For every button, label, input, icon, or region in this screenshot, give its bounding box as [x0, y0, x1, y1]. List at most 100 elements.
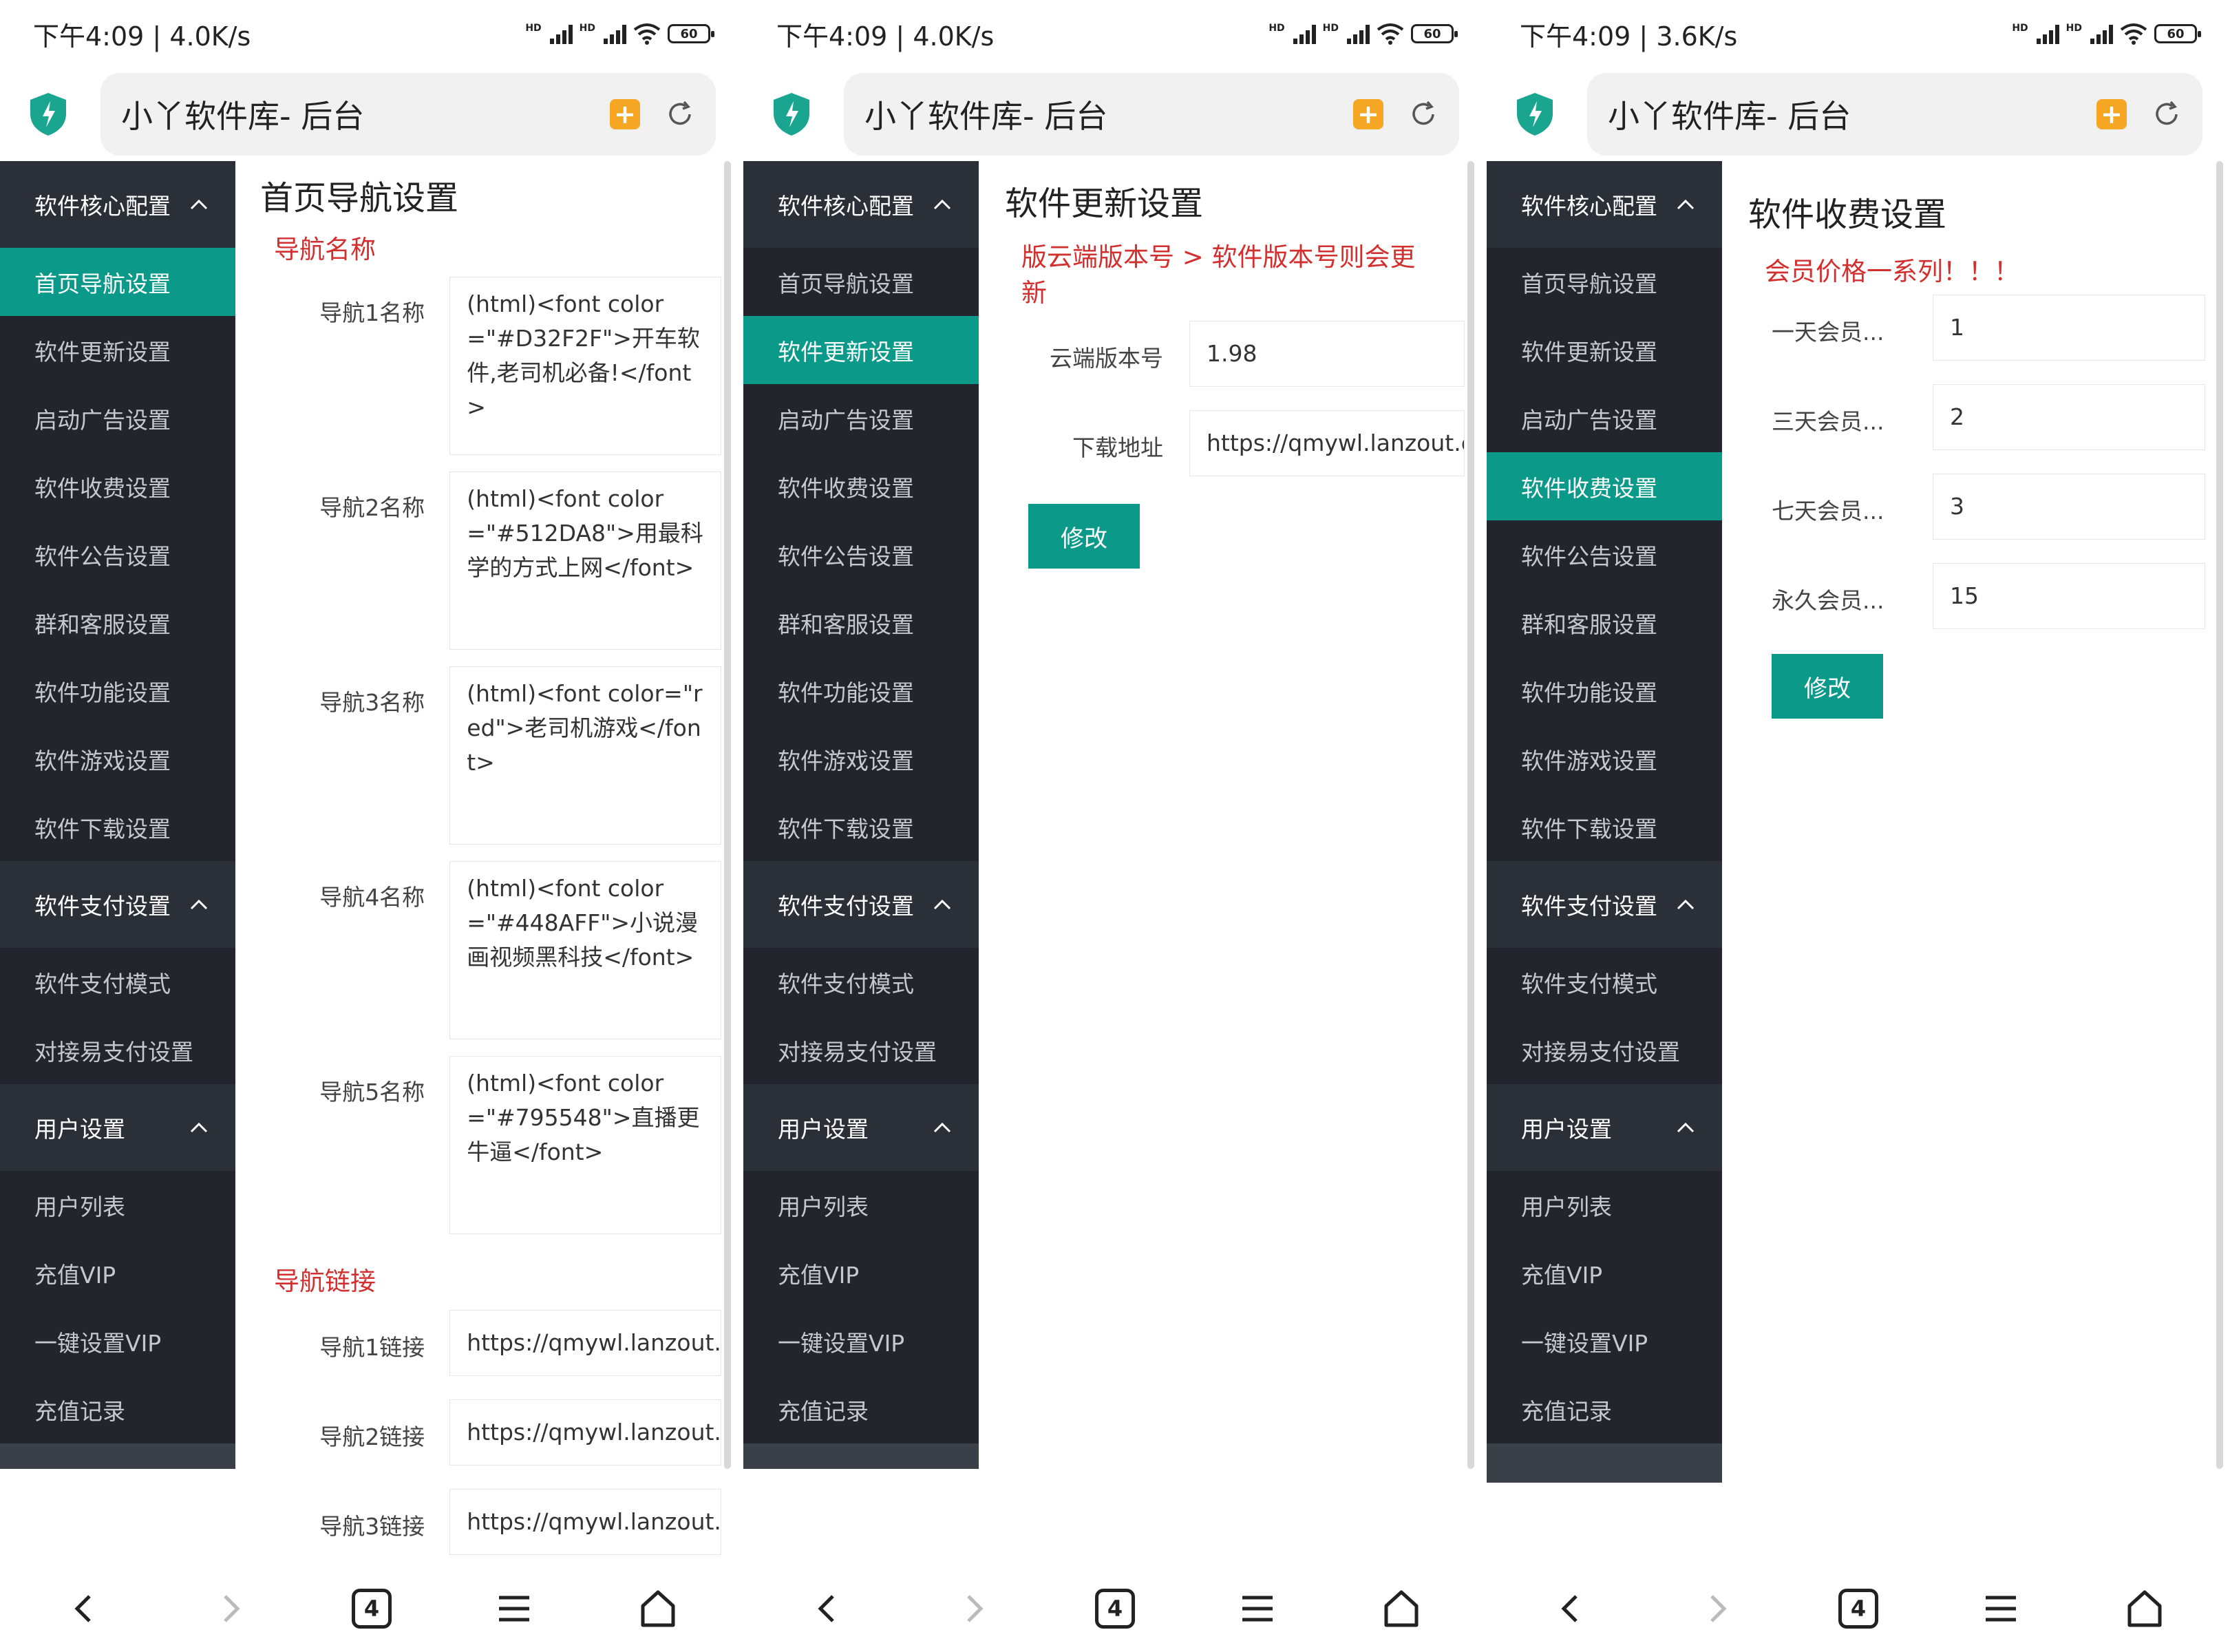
sidebar-item-download[interactable]: 软件下载设置 — [1487, 793, 1722, 861]
sidebar-item-notice[interactable]: 软件公告设置 — [0, 520, 235, 589]
sidebar-item-recharge-vip[interactable]: 充值VIP — [0, 1239, 235, 1307]
shield-icon[interactable] — [1514, 92, 1555, 137]
cloud-version-field[interactable]: 1.98 — [1189, 321, 1465, 387]
refresh-icon[interactable] — [2152, 99, 2182, 129]
nav1-link-field[interactable]: https://qmywl.lanzout.c — [449, 1310, 721, 1376]
shield-icon[interactable] — [771, 92, 812, 137]
sidebar-item-notice[interactable]: 软件公告设置 — [1487, 520, 1722, 589]
sidebar-item-function[interactable]: 软件功能设置 — [743, 657, 979, 725]
sidebar-item-notice[interactable]: 软件公告设置 — [743, 520, 979, 589]
sidebar-item-download[interactable]: 软件下载设置 — [743, 793, 979, 861]
nav1-name-field[interactable]: (html)<font color="#D32F2F">开车软件,老司机必备!<… — [449, 277, 721, 455]
price-7day-field[interactable]: 3 — [1933, 474, 2205, 540]
bookmark-icon[interactable]: + — [1353, 99, 1383, 129]
price-3day-field[interactable]: 2 — [1933, 384, 2205, 450]
sidebar-group-users[interactable]: 用户设置 — [0, 1084, 235, 1171]
address-bar[interactable]: 小丫软件库- 后台 + — [844, 73, 1459, 156]
sidebar-item-home-nav[interactable]: 首页导航设置 — [1487, 248, 1722, 316]
sidebar-item-epay[interactable]: 对接易支付设置 — [1487, 1016, 1722, 1084]
sidebar-group-users[interactable]: 用户设置 — [743, 1084, 979, 1171]
sidebar-group-core[interactable]: 软件核心配置 — [743, 161, 979, 248]
sidebar-item-download[interactable]: 软件下载设置 — [0, 793, 235, 861]
scrollbar[interactable] — [2216, 161, 2223, 1469]
nav2-name-field[interactable]: (html)<font color="#512DA8">用最科学的方式上网</f… — [449, 472, 721, 650]
refresh-icon[interactable] — [665, 99, 695, 129]
sidebar-item-pay-mode[interactable]: 软件支付模式 — [743, 948, 979, 1016]
sidebar-item-function[interactable]: 软件功能设置 — [1487, 657, 1722, 725]
sidebar-group-payment[interactable]: 软件支付设置 — [0, 861, 235, 948]
sidebar-item-group-service[interactable]: 群和客服设置 — [0, 589, 235, 657]
sidebar-item-update[interactable]: 软件更新设置 — [0, 316, 235, 384]
nav3-name-field[interactable]: (html)<font color="red">老司机游戏</font> — [449, 666, 721, 845]
sidebar-group-core[interactable]: 软件核心配置 — [0, 161, 235, 248]
home-icon[interactable] — [2124, 1588, 2165, 1629]
sidebar-item-recharge-vip[interactable]: 充值VIP — [1487, 1239, 1722, 1307]
download-url-field[interactable]: https://qmywl.lanzout.c — [1189, 410, 1465, 476]
sidebar-item-pay-mode[interactable]: 软件支付模式 — [1487, 948, 1722, 1016]
back-icon[interactable] — [1551, 1588, 1593, 1629]
price-1day-field[interactable]: 1 — [1933, 295, 2205, 361]
back-icon[interactable] — [65, 1588, 106, 1629]
sidebar-item-recharge-log[interactable]: 充值记录 — [743, 1375, 979, 1443]
scrollbar[interactable] — [1467, 161, 1474, 1469]
sidebar-item-group-service[interactable]: 群和客服设置 — [743, 589, 979, 657]
bookmark-icon[interactable]: + — [610, 99, 640, 129]
sidebar-item-charge[interactable]: 软件收费设置 — [743, 452, 979, 520]
forward-icon[interactable] — [952, 1588, 993, 1629]
sidebar-item-charge[interactable]: 软件收费设置 — [1487, 452, 1722, 520]
sidebar-item-game[interactable]: 软件游戏设置 — [743, 725, 979, 793]
shield-icon[interactable] — [28, 92, 69, 137]
sidebar-group-payment[interactable]: 软件支付设置 — [1487, 861, 1722, 948]
sidebar-item-user-list[interactable]: 用户列表 — [743, 1171, 979, 1239]
forward-icon[interactable] — [1695, 1588, 1737, 1629]
sidebar-item-user-list[interactable]: 用户列表 — [1487, 1171, 1722, 1239]
nav3-link-field[interactable]: https://qmywl.lanzout.c — [449, 1489, 721, 1555]
sidebar-item-ad[interactable]: 启动广告设置 — [0, 384, 235, 452]
price-permanent-field[interactable]: 15 — [1933, 563, 2205, 629]
sidebar-item-ad[interactable]: 启动广告设置 — [1487, 384, 1722, 452]
sidebar-item-recharge-log[interactable]: 充值记录 — [0, 1375, 235, 1443]
sidebar-item-charge[interactable]: 软件收费设置 — [0, 452, 235, 520]
modify-button[interactable]: 修改 — [1772, 654, 1883, 719]
address-bar[interactable]: 小丫软件库- 后台 + — [100, 73, 716, 156]
menu-icon[interactable] — [493, 1588, 535, 1629]
home-icon[interactable] — [1381, 1588, 1422, 1629]
nav5-name-field[interactable]: (html)<font color="#795548">直播更牛逼</font> — [449, 1056, 721, 1234]
back-icon[interactable] — [808, 1588, 849, 1629]
tabs-icon[interactable]: 4 — [1838, 1589, 1878, 1629]
tabs-icon[interactable]: 4 — [351, 1589, 392, 1629]
sidebar-item-update[interactable]: 软件更新设置 — [743, 316, 979, 384]
sidebar-item-recharge-vip[interactable]: 充值VIP — [743, 1239, 979, 1307]
modify-button[interactable]: 修改 — [1028, 504, 1140, 569]
sidebar-item-game[interactable]: 软件游戏设置 — [0, 725, 235, 793]
sidebar-item-home-nav[interactable]: 首页导航设置 — [743, 248, 979, 316]
sidebar-item-function[interactable]: 软件功能设置 — [0, 657, 235, 725]
sidebar-item-update[interactable]: 软件更新设置 — [1487, 316, 1722, 384]
sidebar-item-set-vip[interactable]: 一键设置VIP — [743, 1307, 979, 1375]
sidebar-item-epay[interactable]: 对接易支付设置 — [743, 1016, 979, 1084]
sidebar-item-epay[interactable]: 对接易支付设置 — [0, 1016, 235, 1084]
address-bar[interactable]: 小丫软件库- 后台 + — [1587, 73, 2202, 156]
scrollbar[interactable] — [724, 161, 731, 1469]
sidebar-item-ad[interactable]: 启动广告设置 — [743, 384, 979, 452]
refresh-icon[interactable] — [1408, 99, 1438, 129]
sidebar-item-user-list[interactable]: 用户列表 — [0, 1171, 235, 1239]
sidebar-item-group-service[interactable]: 群和客服设置 — [1487, 589, 1722, 657]
sidebar-item-recharge-log[interactable]: 充值记录 — [1487, 1375, 1722, 1443]
home-icon[interactable] — [637, 1588, 679, 1629]
sidebar-item-game[interactable]: 软件游戏设置 — [1487, 725, 1722, 793]
menu-icon[interactable] — [1237, 1588, 1278, 1629]
sidebar-group-users[interactable]: 用户设置 — [1487, 1084, 1722, 1171]
sidebar-item-set-vip[interactable]: 一键设置VIP — [0, 1307, 235, 1375]
sidebar-group-payment[interactable]: 软件支付设置 — [743, 861, 979, 948]
forward-icon[interactable] — [209, 1588, 250, 1629]
tabs-icon[interactable]: 4 — [1094, 1589, 1135, 1629]
menu-icon[interactable] — [1980, 1588, 2021, 1629]
sidebar-item-set-vip[interactable]: 一键设置VIP — [1487, 1307, 1722, 1375]
sidebar-group-core[interactable]: 软件核心配置 — [1487, 161, 1722, 248]
sidebar-item-home-nav[interactable]: 首页导航设置 — [0, 248, 235, 316]
bookmark-icon[interactable]: + — [2096, 99, 2127, 129]
nav4-name-field[interactable]: (html)<font color="#448AFF">小说漫画视频黑科技</f… — [449, 861, 721, 1039]
sidebar-item-pay-mode[interactable]: 软件支付模式 — [0, 948, 235, 1016]
nav2-link-field[interactable]: https://qmywl.lanzout.c — [449, 1399, 721, 1465]
